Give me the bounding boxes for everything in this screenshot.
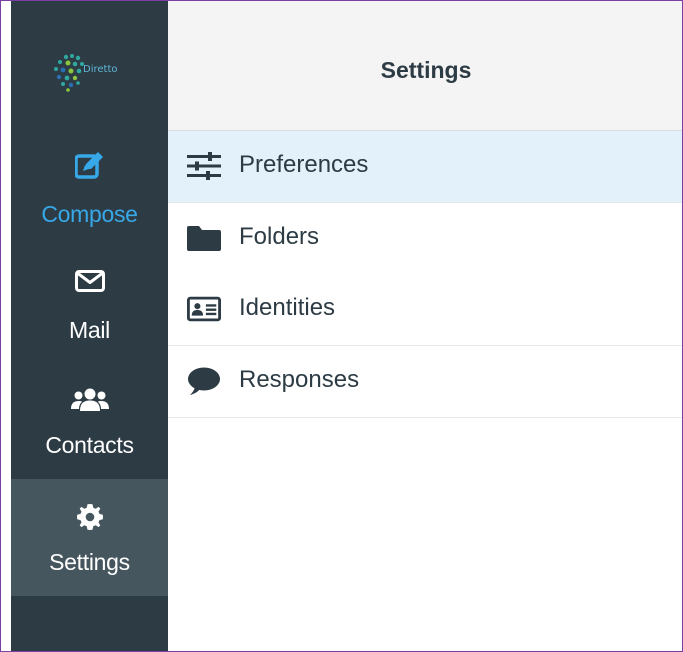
nav-contacts[interactable]: Contacts bbox=[11, 364, 168, 479]
settings-item-identities[interactable]: Identities bbox=[168, 274, 682, 346]
app-window: Diretto Compose Mail Contacts Settings S… bbox=[0, 0, 683, 652]
nav-contacts-label: Contacts bbox=[45, 432, 134, 458]
sidebar: Diretto Compose Mail Contacts Settings bbox=[11, 1, 168, 651]
nav-mail[interactable]: Mail bbox=[11, 249, 168, 364]
settings-item-folders[interactable]: Folders bbox=[168, 203, 682, 275]
speech-bubble-icon bbox=[187, 366, 221, 396]
envelope-icon bbox=[11, 265, 168, 297]
settings-item-preferences[interactable]: Preferences bbox=[168, 131, 682, 203]
users-icon bbox=[11, 384, 168, 416]
nav-settings[interactable]: Settings bbox=[11, 479, 168, 596]
gear-icon bbox=[11, 501, 168, 533]
settings-item-label: Responses bbox=[239, 366, 360, 393]
settings-item-label: Identities bbox=[239, 294, 336, 321]
window-edge bbox=[1, 1, 11, 651]
page-title: Settings bbox=[380, 57, 472, 83]
logo[interactable]: Diretto bbox=[11, 1, 168, 131]
nav-settings-label: Settings bbox=[49, 549, 130, 575]
settings-item-label: Folders bbox=[239, 223, 320, 250]
settings-item-responses[interactable]: Responses bbox=[168, 346, 682, 418]
settings-item-label: Preferences bbox=[239, 151, 369, 178]
sliders-icon bbox=[187, 151, 221, 181]
logo-text: Diretto bbox=[83, 64, 118, 75]
compose-icon bbox=[11, 149, 168, 181]
settings-header: Settings bbox=[168, 1, 682, 131]
nav-compose-label: Compose bbox=[41, 201, 138, 227]
nav-mail-label: Mail bbox=[69, 317, 110, 343]
nav-compose[interactable]: Compose bbox=[11, 131, 168, 249]
folder-icon bbox=[187, 223, 221, 253]
id-card-icon bbox=[187, 294, 221, 324]
